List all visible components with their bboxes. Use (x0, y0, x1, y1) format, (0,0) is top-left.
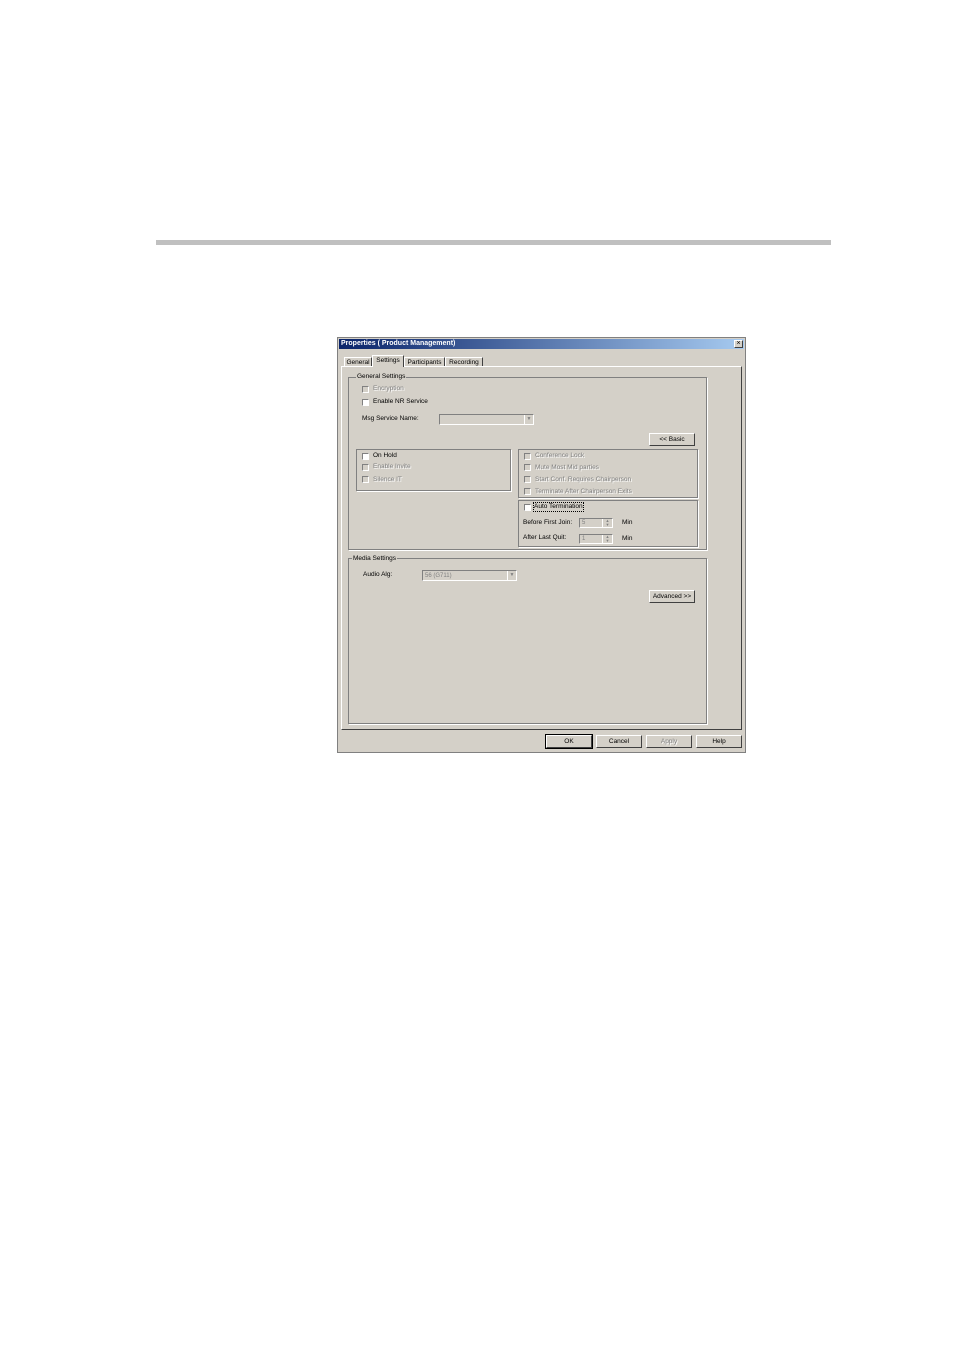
before-first-join-label: Before First Join: (523, 519, 573, 526)
spin-down-icon: ▼ (602, 539, 612, 543)
encryption-checkbox (362, 386, 369, 393)
ok-button[interactable]: OK (545, 734, 593, 749)
conference-lock-label: Conference Lock (535, 452, 585, 459)
properties-dialog: Properties ( Product Management) × Gener… (337, 337, 746, 753)
on-hold-checkbox[interactable] (362, 453, 369, 460)
media-settings-label: Media Settings (352, 555, 397, 562)
enable-nr-service-checkbox[interactable] (362, 399, 369, 406)
after-last-quit-unit: Min (622, 535, 633, 542)
start-conf-label: Start Conf. Requires Chairperson (535, 476, 632, 483)
audio-alg-label: Audio Alg: (363, 571, 393, 578)
tab-settings[interactable]: Settings (372, 355, 404, 367)
terminate-after-checkbox (524, 488, 531, 495)
dropdown-arrow-icon: ▼ (507, 571, 516, 580)
media-settings-group (348, 558, 707, 724)
enable-nr-service-label: Enable NR Service (373, 398, 428, 405)
title-bar[interactable]: Properties ( Product Management) × (339, 339, 744, 349)
audio-alg-value: 56 (G711) (425, 573, 452, 579)
encryption-label: Encryption (373, 385, 404, 392)
terminate-after-label: Terminate After Chairperson Exits (535, 488, 632, 495)
before-first-join-spinner: 5 ▲ ▼ (579, 518, 613, 528)
on-hold-label: On Hold (373, 452, 397, 459)
close-button[interactable]: × (734, 340, 743, 348)
basic-button[interactable]: << Basic (649, 433, 695, 446)
window-title: Properties ( Product Management) (341, 340, 456, 347)
after-last-quit-spinner: 1 ▲ ▼ (579, 534, 613, 544)
general-settings-label: General Settings (356, 373, 407, 380)
mute-parties-checkbox (524, 464, 531, 471)
auto-termination-checkbox[interactable] (524, 504, 531, 511)
after-last-quit-value: 1 (582, 536, 586, 542)
apply-button: Apply (646, 735, 692, 748)
silence-it-checkbox (362, 476, 369, 483)
before-first-join-unit: Min (622, 519, 633, 526)
start-conf-checkbox (524, 476, 531, 483)
help-button[interactable]: Help (696, 735, 742, 748)
silence-it-label: Silence IT (373, 476, 402, 483)
enable-invite-label: Enable Invite (373, 463, 411, 470)
after-last-quit-label: After Last Quit: (523, 534, 567, 541)
audio-alg-select: 56 (G711) ▼ (422, 570, 517, 581)
conference-lock-checkbox (524, 453, 531, 460)
enable-invite-checkbox (362, 464, 369, 471)
advanced-button[interactable]: Advanced >> (649, 590, 695, 603)
mute-parties-label: Mute Most Mid parties (535, 464, 599, 471)
msg-service-name-select: ▼ (439, 414, 534, 425)
page-divider (156, 240, 831, 245)
dropdown-arrow-icon: ▼ (524, 415, 533, 424)
before-first-join-value: 5 (582, 520, 586, 526)
cancel-button[interactable]: Cancel (596, 735, 642, 748)
msg-service-name-label: Msg Service Name: (362, 415, 419, 422)
auto-termination-label: Auto Termination (533, 502, 584, 512)
spin-down-icon: ▼ (602, 523, 612, 527)
